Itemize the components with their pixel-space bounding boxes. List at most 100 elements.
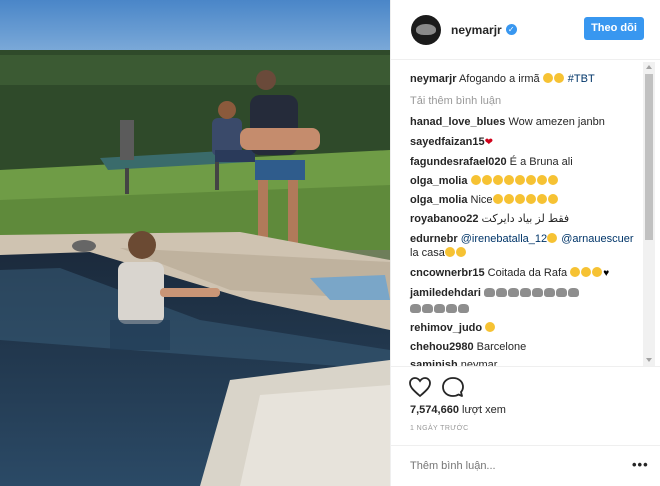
comment-continuation: [410, 302, 642, 316]
caption: neymarjr Afogando a irmã #TBT: [410, 72, 642, 86]
comment-item: jamiledehdari: [410, 286, 642, 300]
comment-text: Coitada da Rafa: [487, 267, 568, 279]
add-comment-input[interactable]: [410, 457, 610, 475]
black-heart-emoji-icon: ♥: [603, 268, 610, 279]
crying-laughing-emoji-icon: [536, 175, 547, 185]
comment-username[interactable]: rehimov_judo: [410, 322, 482, 334]
elephant-emoji-icon: [422, 304, 433, 313]
video-frame: [0, 0, 390, 486]
comment-mention[interactable]: @irenebatalla_12: [461, 233, 547, 245]
crying-laughing-emoji-icon: [570, 267, 581, 277]
pointing-emoji-icon: [514, 175, 525, 185]
pointing-emoji-icon: [553, 73, 564, 83]
avatar[interactable]: [411, 14, 441, 45]
crying-laughing-emoji-icon: [503, 194, 514, 204]
elephant-emoji-icon: [519, 288, 531, 297]
comments-scrollbar[interactable]: [643, 62, 655, 366]
elephant-emoji-icon: [531, 288, 543, 297]
comment-item: sayedfaizan15❤: [410, 135, 642, 150]
crying-laughing-emoji-icon: [547, 175, 558, 185]
instagram-post-modal: neymarjr ✓ Theo dõi neymarjr Afogando a …: [0, 0, 660, 486]
caption-username[interactable]: neymarjr: [410, 73, 456, 85]
comment-username[interactable]: jamiledehdari: [410, 287, 481, 299]
comment-text: É a Bruna ali: [509, 156, 573, 168]
crying-laughing-emoji-icon: [503, 175, 514, 185]
post-side-panel: neymarjr ✓ Theo dõi neymarjr Afogando a …: [390, 0, 660, 486]
post-video[interactable]: [0, 0, 390, 486]
elephant-emoji-icon: [495, 288, 507, 297]
comment-username[interactable]: edurnebr: [410, 233, 458, 245]
crying-laughing-emoji-icon: [481, 175, 492, 185]
comment-item: rehimov_judo: [410, 321, 642, 335]
crying-laughing-emoji-icon: [492, 175, 503, 185]
crying-laughing-emoji-icon: [514, 194, 525, 204]
comment-username[interactable]: royabanoo22: [410, 213, 478, 225]
comment-username[interactable]: saminish: [410, 359, 458, 366]
crying-laughing-emoji-icon: [536, 194, 547, 204]
verified-badge-icon: ✓: [505, 24, 517, 35]
comment-item: chehou2980 Barcelone: [410, 340, 642, 354]
heart-icon[interactable]: [408, 375, 432, 399]
comment-item: fagundesrafael020 É a Bruna ali: [410, 155, 642, 169]
comment-text: Barcelone: [476, 341, 527, 353]
comment-item: royabanoo22 فقط لز بیاد دایرکت: [410, 212, 642, 226]
comment-text: Wow amezen janbn: [508, 116, 605, 128]
smile-emoji-icon: [455, 247, 466, 257]
elephant-emoji-icon: [434, 304, 445, 313]
caption-hashtag[interactable]: #TBT: [568, 73, 595, 85]
comment-mention[interactable]: @arnauescuer: [561, 233, 633, 245]
comment-continuation: la casa: [410, 246, 642, 260]
comment-item: olga_molia Nice: [410, 193, 642, 207]
elephant-emoji-icon: [483, 288, 495, 297]
comment-item: edurnebr @irenebatalla_12 @arnauescuer: [410, 232, 642, 246]
comment-text: la casa: [410, 247, 445, 259]
crying-laughing-emoji-icon: [581, 267, 592, 277]
crying-laughing-emoji-icon: [525, 194, 536, 204]
crying-laughing-emoji-icon: [470, 175, 481, 185]
elephant-emoji-icon: [507, 288, 519, 297]
add-comment-bar: •••: [391, 445, 660, 486]
comment-text: فقط لز بیاد دایرکت: [481, 213, 570, 225]
header-username[interactable]: neymarjr: [451, 23, 502, 37]
comment-bubble-icon[interactable]: [441, 375, 465, 399]
views-label: lượt xem: [462, 404, 506, 416]
comment-username[interactable]: sayedfaizan15: [410, 136, 485, 148]
comment-item: olga_molia: [410, 174, 642, 188]
comment-username[interactable]: fagundesrafael020: [410, 156, 507, 168]
post-header: neymarjr ✓ Theo dõi: [391, 0, 660, 60]
crying-laughing-emoji-icon: [547, 194, 558, 204]
elephant-emoji-icon: [446, 304, 457, 313]
elephant-emoji-icon: [555, 288, 567, 297]
crying-laughing-emoji-icon: [492, 194, 503, 204]
post-timestamp[interactable]: 1 NGÀY TRƯỚC: [410, 425, 469, 432]
crying-laughing-emoji-icon: [542, 73, 553, 83]
heart-eyes-emoji-icon: [444, 247, 455, 257]
elephant-emoji-icon: [567, 288, 579, 297]
views-line: 7,574,660 lượt xem: [410, 404, 506, 416]
caption-text: Afogando a irmã: [458, 73, 540, 85]
post-actions: 7,574,660 lượt xem 1 NGÀY TRƯỚC •••: [391, 366, 660, 486]
comment-username[interactable]: olga_molia: [410, 194, 467, 206]
comments-list[interactable]: neymarjr Afogando a irmã #TBT Tải thêm b…: [391, 60, 660, 366]
elephant-emoji-icon: [410, 304, 421, 313]
views-count[interactable]: 7,574,660: [410, 404, 459, 416]
comment-username[interactable]: hanad_love_blues: [410, 116, 505, 128]
comment-text: Nice: [470, 194, 493, 206]
scrollbar-thumb[interactable]: [645, 74, 653, 240]
comment-username[interactable]: olga_molia: [410, 175, 467, 187]
more-options-icon[interactable]: •••: [632, 457, 649, 472]
elephant-emoji-icon: [458, 304, 469, 313]
crying-laughing-emoji-icon: [485, 322, 496, 332]
comment-username[interactable]: chehou2980: [410, 341, 474, 353]
comment-item: hanad_love_blues Wow amezen janbn: [410, 115, 642, 129]
scroll-up-arrow-icon[interactable]: [646, 65, 652, 69]
crying-laughing-emoji-icon: [592, 267, 603, 277]
elephant-emoji-icon: [543, 288, 555, 297]
follow-button[interactable]: Theo dõi: [584, 17, 644, 40]
comment-text: neymar: [460, 359, 498, 366]
load-more-comments-link[interactable]: Tải thêm bình luận: [410, 94, 642, 108]
crying-laughing-emoji-icon: [547, 233, 558, 243]
comment-item: saminish neymar: [410, 358, 642, 366]
scroll-down-arrow-icon[interactable]: [646, 358, 652, 362]
comment-username[interactable]: cncownerbr15: [410, 267, 485, 279]
